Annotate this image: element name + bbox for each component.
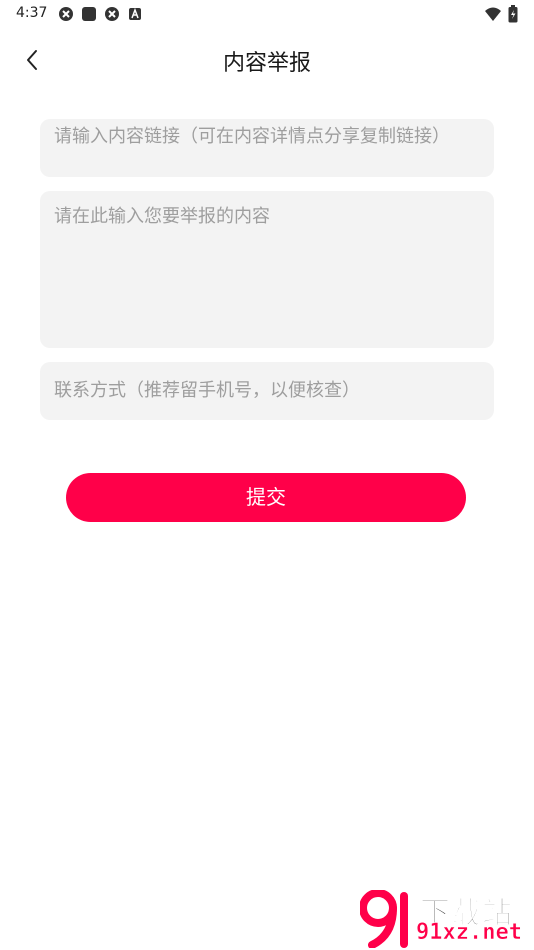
contact-input[interactable]: 联系方式（推荐留手机号，以便核查） [40,362,494,420]
app-icon [82,7,96,21]
status-time: 4:37 [16,5,48,21]
battery-icon [508,5,518,23]
nav-bar: 内容举报 [0,28,534,92]
a-icon [129,7,141,20]
content-link-input[interactable]: 请输入内容链接（可在内容详情点分享复制链接） [40,119,494,177]
status-icons-left [58,6,143,22]
page-title: 内容举报 [222,51,311,76]
status-bar: 4:37 [0,0,534,28]
notification-icon [59,7,73,21]
submit-button[interactable]: 提交 [66,473,466,522]
contact-placeholder: 联系方式（推荐留手机号，以便核查） [54,380,360,401]
status-icons-right [484,5,518,23]
watermark: 下载站 91xz.net [358,888,534,950]
watermark-bottom-text: 91xz.net [416,920,522,946]
watermark-logo [360,890,408,948]
report-content-textarea[interactable]: 请在此输入您要举报的内容 [40,191,494,348]
content-link-placeholder: 请输入内容链接（可在内容详情点分享复制链接） [54,126,450,147]
report-content-placeholder: 请在此输入您要举报的内容 [54,206,270,227]
notification-icon [105,7,119,21]
wifi-icon [485,7,501,21]
